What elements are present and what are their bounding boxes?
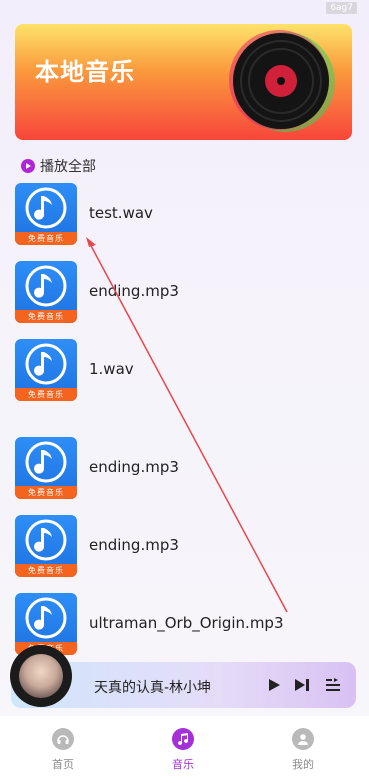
song-row[interactable]: 免费音乐 ending.mp3: [15, 261, 355, 325]
play-circle-icon: [21, 159, 35, 173]
tab-home[interactable]: 首页: [33, 728, 93, 772]
tab-label: 音乐: [172, 758, 194, 771]
cover-band-text: 免费音乐: [15, 388, 77, 401]
play-all-label: 播放全部: [40, 159, 96, 175]
next-track-icon[interactable]: [293, 676, 311, 694]
song-name: 1.wav: [89, 360, 134, 378]
now-playing-title: 天真的认真-林小坤: [94, 680, 212, 696]
tab-music[interactable]: 音乐: [153, 728, 213, 772]
song-row[interactable]: 免费音乐 ending.mp3: [15, 515, 355, 579]
music-cover-icon: 免费音乐: [15, 437, 77, 499]
cover-band-text: 免费音乐: [15, 232, 77, 245]
bottom-tab-bar: 首页 音乐 我的: [0, 716, 369, 783]
song-name: ending.mp3: [89, 282, 179, 300]
playlist-icon[interactable]: [324, 676, 342, 694]
cover-band-text: 免费音乐: [15, 564, 77, 577]
status-badge: 6ag7: [326, 2, 357, 14]
music-cover-icon: 免费音乐: [15, 339, 77, 401]
song-name: ending.mp3: [89, 536, 179, 554]
headphones-icon: [52, 728, 74, 750]
tab-mine[interactable]: 我的: [273, 728, 333, 772]
music-note-icon: [172, 728, 194, 750]
music-cover-icon: 免费音乐: [15, 261, 77, 323]
tab-label: 我的: [292, 758, 314, 771]
song-row[interactable]: 免费音乐 ultraman_Orb_Origin.mp3: [15, 593, 355, 657]
tab-label: 首页: [52, 758, 74, 771]
cover-band-text: 免费音乐: [15, 310, 77, 323]
music-cover-icon: 免费音乐: [15, 183, 77, 245]
vinyl-record-icon: [229, 30, 335, 132]
song-row[interactable]: 免费音乐 1.wav: [15, 339, 355, 403]
song-name: test.wav: [89, 204, 153, 222]
play-icon[interactable]: [265, 676, 283, 694]
song-row[interactable]: 免费音乐 test.wav: [15, 183, 355, 247]
banner-title: 本地音乐: [35, 58, 135, 86]
play-all-button[interactable]: 播放全部: [21, 156, 96, 176]
music-cover-icon: 免费音乐: [15, 515, 77, 577]
now-playing-disc[interactable]: [10, 645, 72, 707]
song-row[interactable]: 免费音乐 ending.mp3: [15, 437, 355, 501]
local-music-banner: 本地音乐: [15, 24, 352, 140]
song-name: ultraman_Orb_Origin.mp3: [89, 614, 284, 632]
album-art: [19, 654, 63, 698]
cover-band-text: 免费音乐: [15, 486, 77, 499]
user-icon: [292, 728, 314, 750]
song-name: ending.mp3: [89, 458, 179, 476]
